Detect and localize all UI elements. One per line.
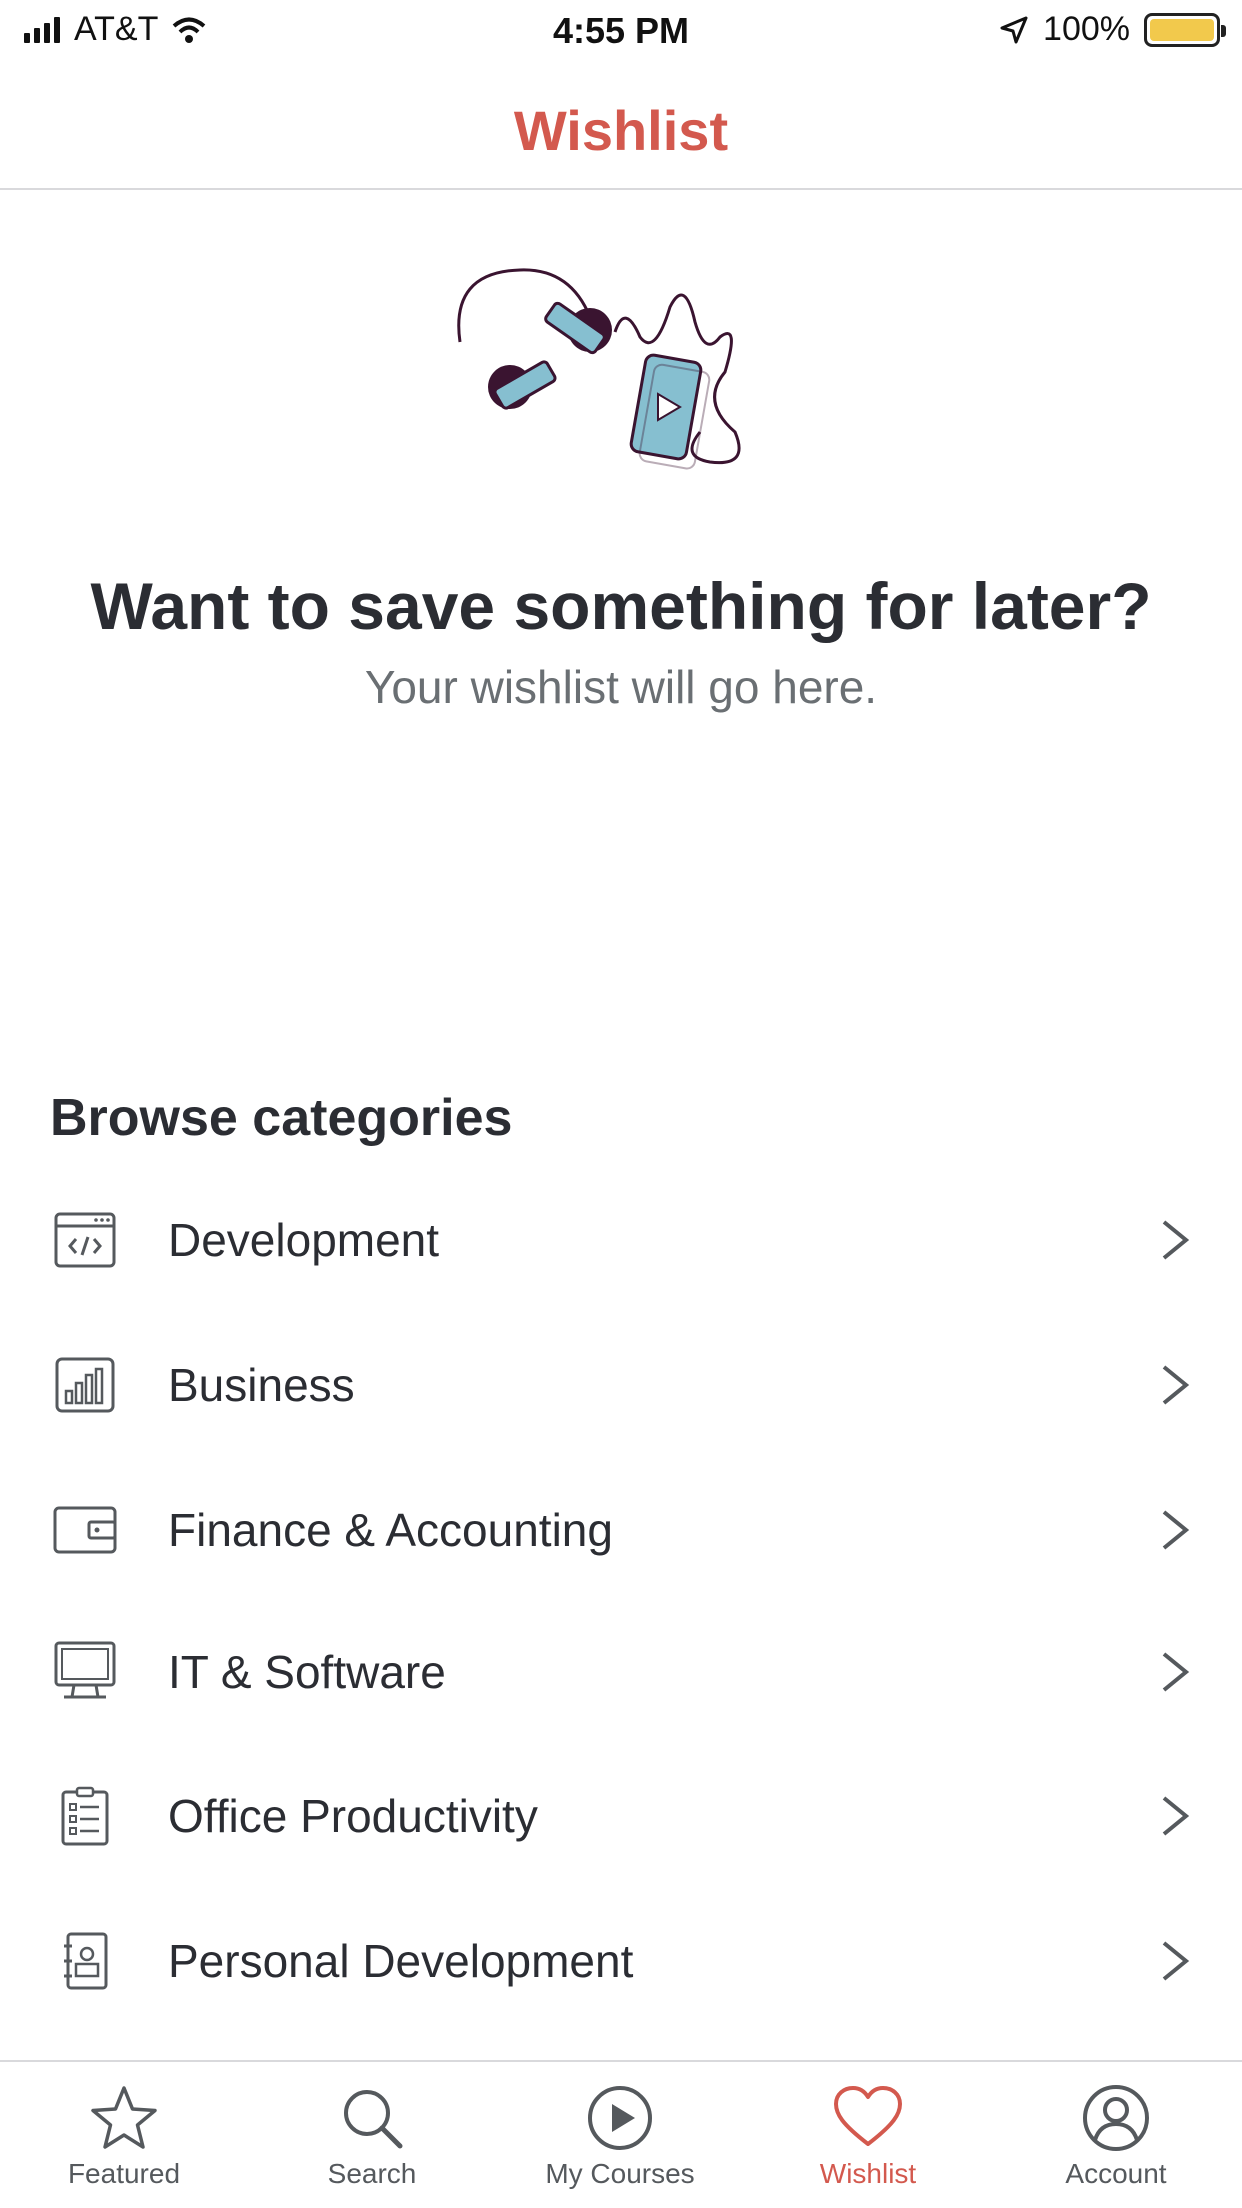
tab-label: Featured (67, 2158, 181, 2189)
category-row-personal-development[interactable]: Personal Development (0, 1901, 1242, 2021)
category-label: Business (168, 1359, 355, 1411)
category-label: Personal Development (168, 1935, 634, 1987)
tab-my-courses[interactable]: My Courses (496, 2062, 744, 2208)
star-icon (91, 2086, 157, 2149)
tab-label: Wishlist (819, 2158, 917, 2189)
category-label: Development (168, 1214, 440, 1266)
battery-icon (1144, 12, 1226, 47)
tab-label: Account (1065, 2158, 1167, 2189)
tab-account[interactable]: Account (992, 2062, 1240, 2208)
chevron-right-icon (1162, 1652, 1190, 1692)
tab-wishlist[interactable]: Wishlist (744, 2062, 992, 2208)
battery-percent: 100% (1043, 10, 1130, 48)
chevron-right-icon (1162, 1365, 1190, 1405)
chevron-right-icon (1162, 1510, 1190, 1550)
tab-search[interactable]: Search (248, 2062, 496, 2208)
tab-label: My Courses (545, 2158, 695, 2189)
empty-state-heading: Want to save something for later? (90, 569, 1152, 643)
tab-bar: Featured Search My Courses Wishlist Acco… (0, 2060, 1242, 2208)
chevron-right-icon (1162, 1941, 1190, 1981)
empty-state-subtext: Your wishlist will go here. (364, 661, 878, 713)
headphones-illustration (457, 268, 741, 470)
bar-chart-icon (52, 1352, 118, 1418)
category-row-business[interactable]: Business (0, 1325, 1242, 1445)
category-row-office-productivity[interactable]: Office Productivity (0, 1756, 1242, 1876)
status-right: 100% (999, 10, 1226, 49)
play-circle-icon (588, 2086, 652, 2150)
code-window-icon (52, 1207, 118, 1273)
category-row-development[interactable]: Development (0, 1180, 1242, 1300)
browse-categories-title: Browse categories (50, 1089, 513, 1147)
location-arrow-icon (1000, 16, 1028, 43)
checklist-icon (52, 1783, 118, 1849)
monitor-icon (52, 1639, 118, 1705)
tab-featured[interactable]: Featured (0, 2062, 248, 2208)
chevron-right-icon (1162, 1796, 1190, 1836)
status-bar: AT&T 4:55 PM 100% (0, 0, 1242, 60)
tab-label: Search (327, 2158, 417, 2189)
navigation-header: Wishlist (0, 60, 1242, 190)
category-label: IT & Software (168, 1646, 446, 1698)
category-label: Office Productivity (168, 1790, 538, 1842)
category-label: Finance & Accounting (168, 1504, 613, 1556)
id-card-icon (52, 1928, 118, 1994)
wallet-icon (52, 1497, 118, 1563)
category-row-it-software[interactable]: IT & Software (0, 1612, 1242, 1732)
search-icon (344, 2090, 403, 2149)
user-circle-icon (1083, 2085, 1149, 2151)
category-row-finance-accounting[interactable]: Finance & Accounting (0, 1470, 1242, 1590)
heart-icon (834, 2086, 902, 2146)
chevron-right-icon (1162, 1220, 1190, 1260)
page-title: Wishlist (513, 99, 729, 162)
